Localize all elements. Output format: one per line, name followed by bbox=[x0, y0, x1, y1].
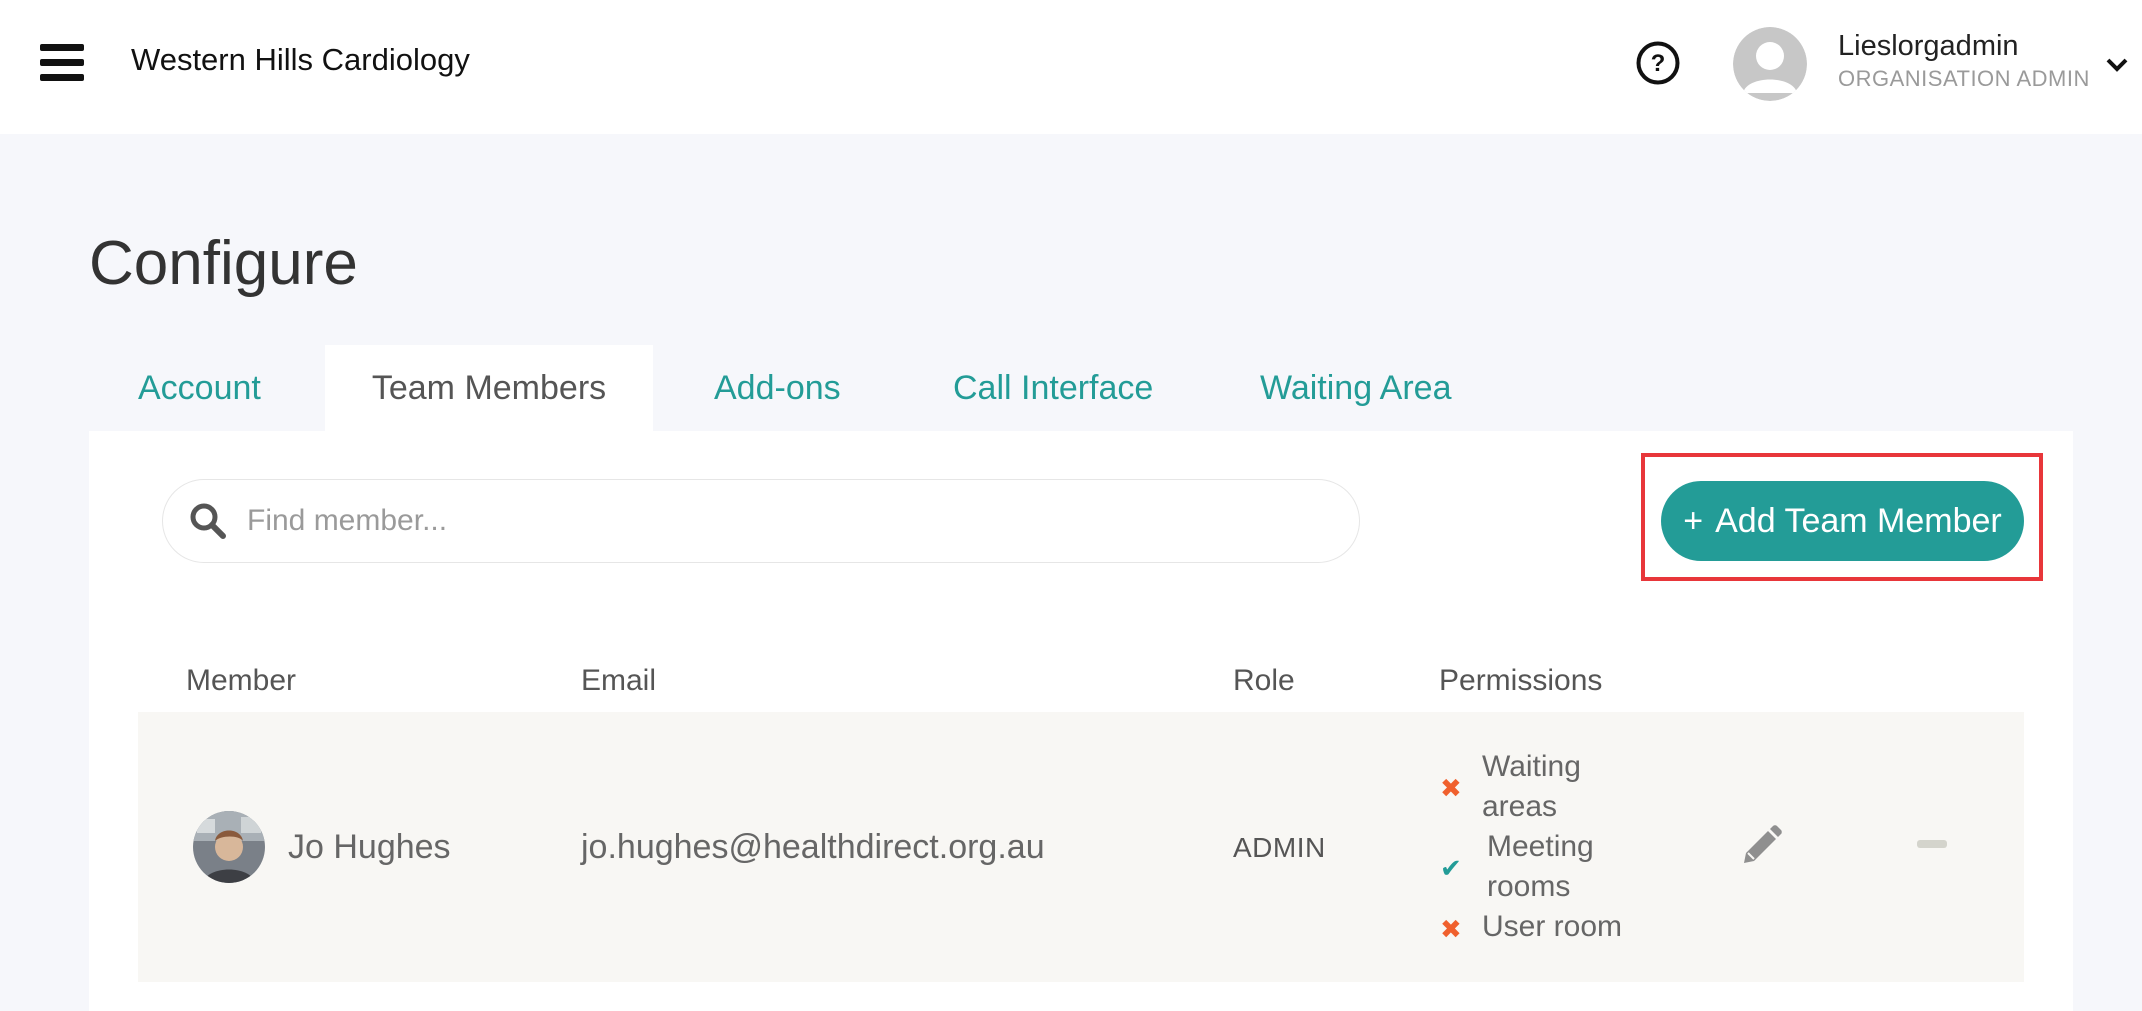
help-icon[interactable]: ? bbox=[1635, 40, 1681, 86]
user-role: ORGANISATION ADMIN bbox=[1838, 66, 2090, 91]
column-header-role: Role bbox=[1233, 664, 1295, 697]
permission-waiting-areas-line2: areas bbox=[1482, 790, 1558, 823]
add-team-member-button[interactable]: + Add Team Member bbox=[1661, 481, 2024, 561]
search-input[interactable] bbox=[245, 492, 1339, 550]
tab-call-interface[interactable]: Call Interface bbox=[953, 345, 1153, 431]
tab-add-ons[interactable]: Add-ons bbox=[714, 345, 841, 431]
permission-user-room: User room bbox=[1482, 910, 1623, 943]
avatar bbox=[193, 811, 265, 883]
granted-icon: ✔ bbox=[1440, 853, 1462, 883]
column-header-member: Member bbox=[186, 664, 297, 697]
permission-waiting-areas-line1: Waiting bbox=[1482, 750, 1581, 783]
permission-meeting-rooms-line1: Meeting bbox=[1487, 830, 1594, 863]
tab-waiting-area[interactable]: Waiting Area bbox=[1260, 345, 1452, 431]
column-header-permissions: Permissions bbox=[1439, 664, 1603, 697]
column-header-email: Email bbox=[581, 664, 657, 697]
organisation-name: Western Hills Cardiology bbox=[131, 42, 470, 77]
plus-icon: + bbox=[1683, 501, 1704, 540]
top-bar: Western Hills Cardiology ? Lieslorgadmin… bbox=[0, 0, 2142, 134]
tab-account[interactable]: Account bbox=[138, 345, 261, 431]
add-team-member-label: Add Team Member bbox=[1715, 501, 2002, 540]
chevron-down-icon[interactable] bbox=[2104, 52, 2130, 78]
member-role: ADMIN bbox=[1233, 832, 1326, 863]
member-email: jo.hughes@healthdirect.org.au bbox=[581, 828, 1045, 866]
denied-icon: ✖ bbox=[1440, 914, 1462, 944]
page-title: Configure bbox=[89, 229, 358, 298]
permission-meeting-rooms-line2: rooms bbox=[1487, 870, 1571, 903]
menu-icon[interactable] bbox=[40, 44, 84, 82]
user-avatar-icon[interactable] bbox=[1733, 27, 1807, 101]
svg-text:?: ? bbox=[1651, 50, 1666, 77]
edit-icon[interactable] bbox=[1736, 823, 1784, 871]
search-icon bbox=[190, 503, 226, 539]
member-name: Jo Hughes bbox=[288, 828, 451, 866]
search-box[interactable] bbox=[162, 479, 1360, 563]
denied-icon: ✖ bbox=[1440, 773, 1462, 803]
user-name[interactable]: Lieslorgadmin bbox=[1838, 30, 2019, 63]
remove-icon[interactable] bbox=[1917, 840, 1947, 848]
tab-team-members[interactable]: Team Members bbox=[325, 345, 653, 431]
